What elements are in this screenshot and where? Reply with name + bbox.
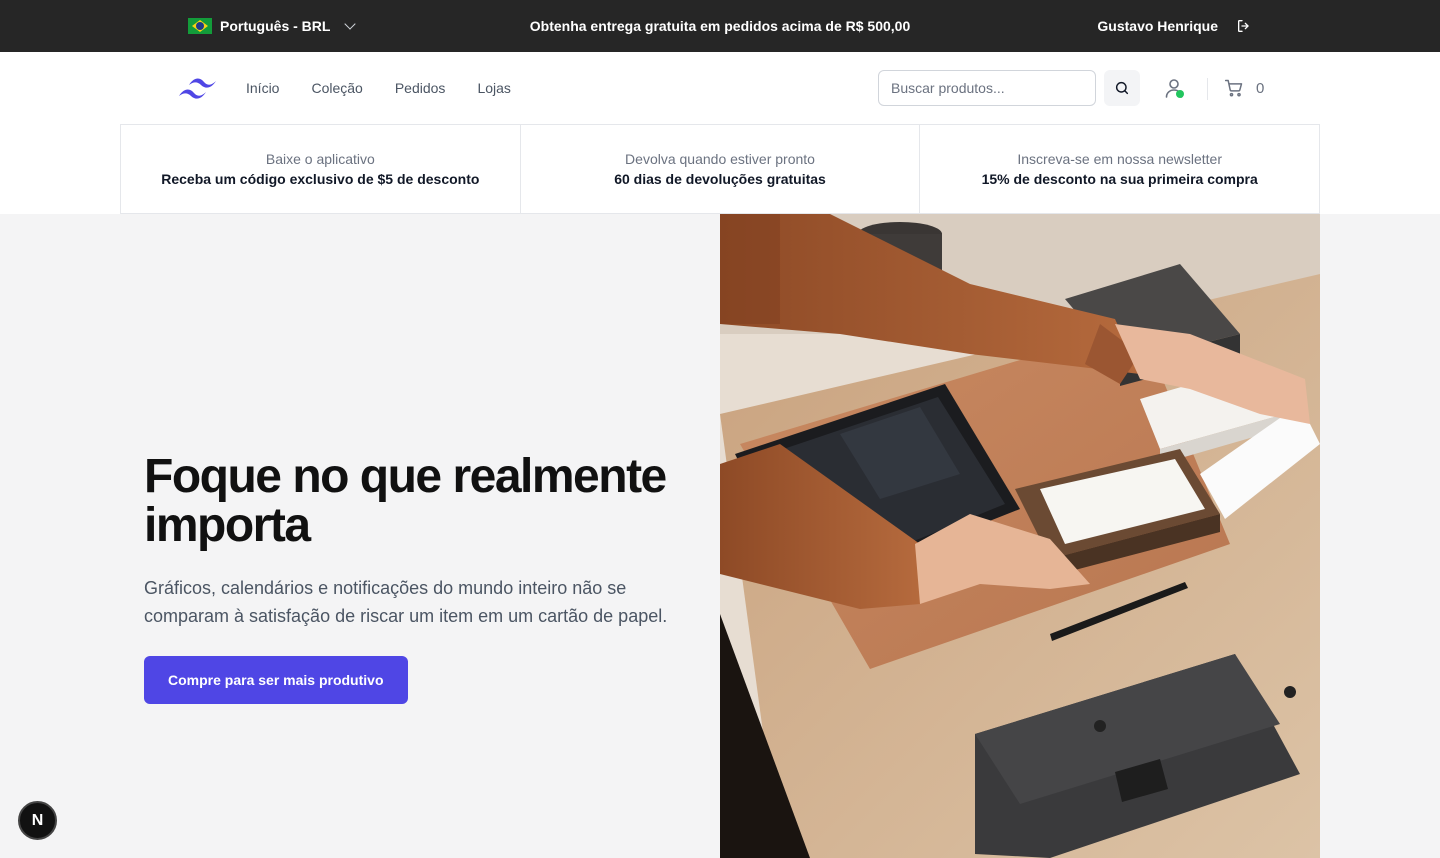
user-box: Gustavo Henrique [1097,0,1252,52]
search-icon [1115,81,1129,95]
online-status-dot [1176,90,1184,98]
chevron-down-icon [344,18,357,30]
account-button[interactable] [1162,76,1186,100]
logout-icon[interactable] [1236,18,1252,34]
perk-description: 15% de desconto na sua primeira compra [981,171,1258,187]
hero-section: Foque no que realmente importa Gráficos,… [0,214,1440,858]
hero-description: Gráficos, calendários e notificações do … [144,578,668,626]
perk-app: Baixe o aplicativo Receba um código excl… [121,125,521,213]
cart-icon [1224,79,1243,97]
brazil-flag-icon [188,18,212,34]
language-selector[interactable]: Português - BRL [188,0,357,52]
announcement-bar: Português - BRL Obtenha entrega gratuita… [0,0,1440,52]
perk-description: Receba um código exclusivo de $5 de desc… [161,171,480,187]
perk-title: Devolva quando estiver pronto [625,151,815,167]
logo-waves-icon[interactable] [178,76,218,102]
perks-strip: Baixe o aplicativo Receba um código excl… [120,124,1320,214]
perk-title: Baixe o aplicativo [265,151,375,167]
language-label: Português - BRL [220,18,331,34]
desk-illustration [720,214,1320,858]
nextjs-icon: N [31,811,44,829]
perk-title: Inscreva-se em nossa newsletter [1017,151,1222,167]
search-button[interactable] [1104,70,1140,106]
user-name: Gustavo Henrique [1097,18,1218,34]
shop-cta-button[interactable]: Compre para ser mais produtivo [144,656,408,704]
perk-returns: Devolva quando estiver pronto 60 dias de… [521,125,921,213]
hero-image [720,214,1320,858]
nextjs-badge[interactable]: N [18,801,57,840]
nav-item-lojas[interactable]: Lojas [477,80,510,96]
nav-menu: Início Coleção Pedidos Lojas [246,52,511,124]
nav-divider [1207,78,1208,100]
perk-newsletter: Inscreva-se em nossa newsletter 15% de d… [920,125,1319,213]
hero-title: Foque no que realmente importa [144,450,667,552]
main-nav: Início Coleção Pedidos Lojas 0 [0,52,1440,124]
perk-description: 60 dias de devoluções gratuitas [614,171,826,187]
nav-item-colecao[interactable]: Coleção [311,80,362,96]
hero-text: Foque no que realmente importa Gráficos,… [144,452,704,704]
cart-button[interactable]: 0 [1224,76,1264,100]
cart-count: 0 [1256,79,1265,97]
nav-item-inicio[interactable]: Início [246,80,279,96]
search-input[interactable] [878,70,1096,106]
nav-item-pedidos[interactable]: Pedidos [395,80,446,96]
